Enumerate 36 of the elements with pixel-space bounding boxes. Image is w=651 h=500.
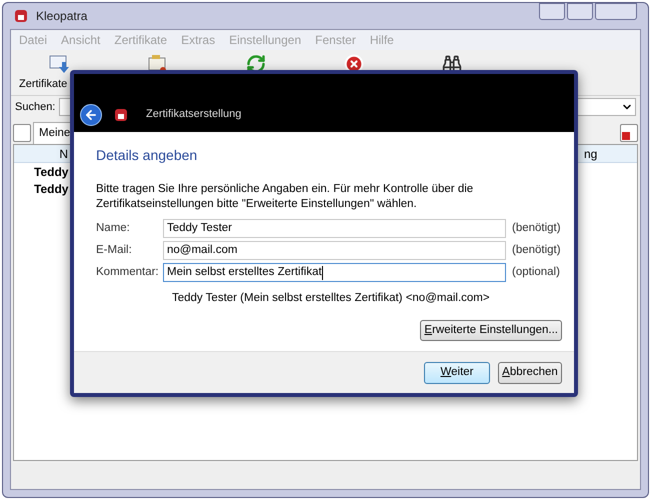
input-field[interactable]: no@mail.com xyxy=(163,241,506,260)
intro-text: Bitte tragen Sie Ihre persönliche Angaben ein. Für mehr Kontrolle über die Zertifikatseinstellungen bitte "Erweiterte Einstellungen" wählen. xyxy=(96,182,474,212)
input-field[interactable]: Mein selbst erstelltes Zertifikat xyxy=(163,263,506,282)
field-label: E-Mail: xyxy=(96,242,133,258)
back-button[interactable] xyxy=(80,104,102,126)
input-field[interactable]: Teddy Tester xyxy=(163,219,506,238)
field-label: Kommentar: xyxy=(96,264,160,280)
search-label: Suchen: xyxy=(15,100,56,115)
table-cell-text: Teddy xyxy=(34,164,68,180)
minimize-button[interactable] xyxy=(539,3,565,20)
field-value: no@mail.com xyxy=(167,242,238,258)
close-button[interactable] xyxy=(595,3,637,20)
close-tab-button[interactable] xyxy=(620,124,638,142)
new-tab-button[interactable] xyxy=(13,124,31,142)
column-header[interactable]: N xyxy=(14,145,70,162)
toolbar-label: Zertifikate xyxy=(18,77,68,92)
field-note: (optional) xyxy=(512,264,560,280)
window-title: Kleopatra xyxy=(36,8,88,25)
dialog-heading: Details angeben xyxy=(96,146,198,165)
app-icon xyxy=(114,108,128,122)
dialog-button[interactable]: Weiter xyxy=(424,362,490,384)
identity-preview: Teddy Tester (Mein selbst erstelltes Zertifikat) <no@mail.com> xyxy=(172,291,491,306)
field-value: Mein selbst erstelltes Zertifikat xyxy=(167,264,322,280)
text-cursor xyxy=(322,266,323,280)
dialog-title: Zertifikatserstellung xyxy=(146,106,242,122)
field-note: (benötigt) xyxy=(512,242,561,258)
dialog-button[interactable]: Abbrechen xyxy=(498,362,562,384)
table-cell-text: Teddy xyxy=(34,181,68,197)
field-label: Name: xyxy=(96,220,131,236)
toolbar-button[interactable]: Zertifikate xyxy=(11,54,109,94)
app-icon xyxy=(14,9,28,23)
maximize-button[interactable] xyxy=(567,3,593,20)
certificate-import-icon xyxy=(49,54,71,74)
advanced-settings-button[interactable]: Erweiterte Einstellungen... xyxy=(420,320,562,342)
field-value: Teddy Tester xyxy=(167,220,232,236)
field-note: (benötigt) xyxy=(512,220,561,236)
